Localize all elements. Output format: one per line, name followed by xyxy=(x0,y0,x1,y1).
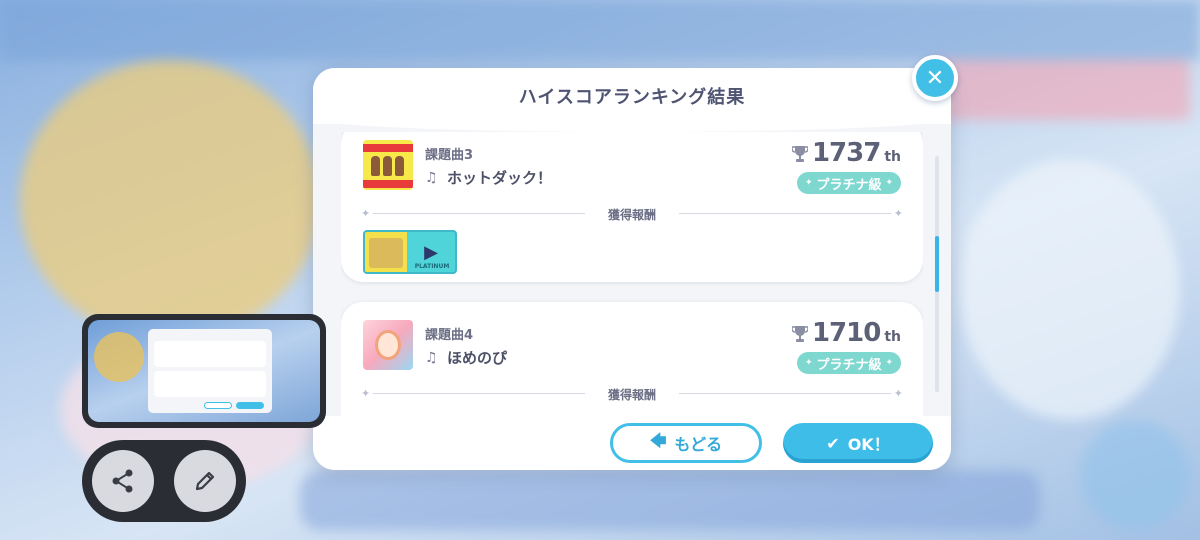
dialog-header: ハイスコアランキング結果 xyxy=(313,68,951,124)
share-icon xyxy=(112,469,133,493)
back-button-label: もどる xyxy=(674,435,723,454)
hotdock-jacket-icon xyxy=(363,140,413,190)
sparkle-icon: ✦ xyxy=(805,178,813,188)
grade-label: プラチナ級 xyxy=(816,357,882,373)
rank-number: 1710 xyxy=(811,318,881,348)
rank-display: 1710 th xyxy=(791,318,901,348)
back-button[interactable]: 🡄 もどる xyxy=(610,423,762,463)
song-result-card: 課題曲3 ♫ ホットダック！ 1737 th ✦ プラチナ級 ✦ ✦ 獲得報酬 … xyxy=(341,132,923,282)
song-name-row: ♫ ホットダック！ xyxy=(425,167,552,188)
screenshot-tools xyxy=(82,440,246,522)
music-note-icon: ♫ xyxy=(425,169,438,186)
check-icon: ✔ xyxy=(826,433,840,453)
edit-button[interactable] xyxy=(174,450,236,512)
song-name: ほめのぴ xyxy=(447,349,508,367)
homenopi-jacket-icon xyxy=(363,320,413,370)
ok-button[interactable]: ✔ OK！ xyxy=(783,423,933,463)
arrow-left-icon: 🡄 xyxy=(649,430,667,450)
trophy-icon xyxy=(791,326,808,342)
header-wave xyxy=(313,118,951,132)
music-note-icon: ♫ xyxy=(425,349,438,366)
sparkle-icon: ✦ xyxy=(805,358,813,368)
grade-badge: ✦ プラチナ級 ✦ xyxy=(797,172,901,194)
song-name: ホットダック！ xyxy=(447,169,553,187)
share-button[interactable] xyxy=(92,450,154,512)
rank-number: 1737 xyxy=(811,138,881,168)
rank-suffix: th xyxy=(884,329,901,345)
ok-button-label: OK！ xyxy=(847,435,890,454)
song-slot-label: 課題曲3 xyxy=(425,148,474,163)
close-button[interactable]: ✕ xyxy=(912,55,958,101)
song-name-row: ♫ ほめのぴ xyxy=(425,347,507,368)
reward-caption: PLATINUM xyxy=(414,263,450,270)
screenshot-preview xyxy=(88,320,320,422)
sparkle-icon: ✦ xyxy=(885,178,893,188)
pencil-icon xyxy=(195,471,215,491)
reward-divider: ✦ 獲得報酬 ✦ xyxy=(361,387,903,402)
song-result-card: 課題曲4 ♫ ほめのぴ 1710 th ✦ プラチナ級 ✦ ✦ 獲得報酬 ✦ xyxy=(341,302,923,416)
scrollbar-thumb[interactable] xyxy=(935,236,939,292)
reward-heading: 獲得報酬 xyxy=(607,208,656,222)
close-icon: ✕ xyxy=(925,65,945,91)
song-slot-label: 課題曲4 xyxy=(425,328,474,343)
reward-item-platinum[interactable]: ▶ PLATINUM xyxy=(363,230,457,274)
rank-display: 1737 th xyxy=(791,138,901,168)
trophy-icon xyxy=(791,146,808,162)
dialog-title: ハイスコアランキング結果 xyxy=(518,87,746,108)
ranking-result-dialog: ハイスコアランキング結果 課題曲3 ♫ ホットダック！ 1737 th ✦ プラ… xyxy=(313,68,951,470)
rank-suffix: th xyxy=(884,149,901,165)
song-result-list[interactable]: 課題曲3 ♫ ホットダック！ 1737 th ✦ プラチナ級 ✦ ✦ 獲得報酬 … xyxy=(341,132,923,416)
grade-badge: ✦ プラチナ級 ✦ xyxy=(797,352,901,374)
sparkle-icon: ✦ xyxy=(885,358,893,368)
reward-divider: ✦ 獲得報酬 ✦ xyxy=(361,207,903,222)
reward-heading: 獲得報酬 xyxy=(607,388,656,402)
play-icon: ▶ xyxy=(424,241,438,263)
screenshot-thumbnail[interactable] xyxy=(82,314,326,428)
grade-label: プラチナ級 xyxy=(816,177,882,193)
